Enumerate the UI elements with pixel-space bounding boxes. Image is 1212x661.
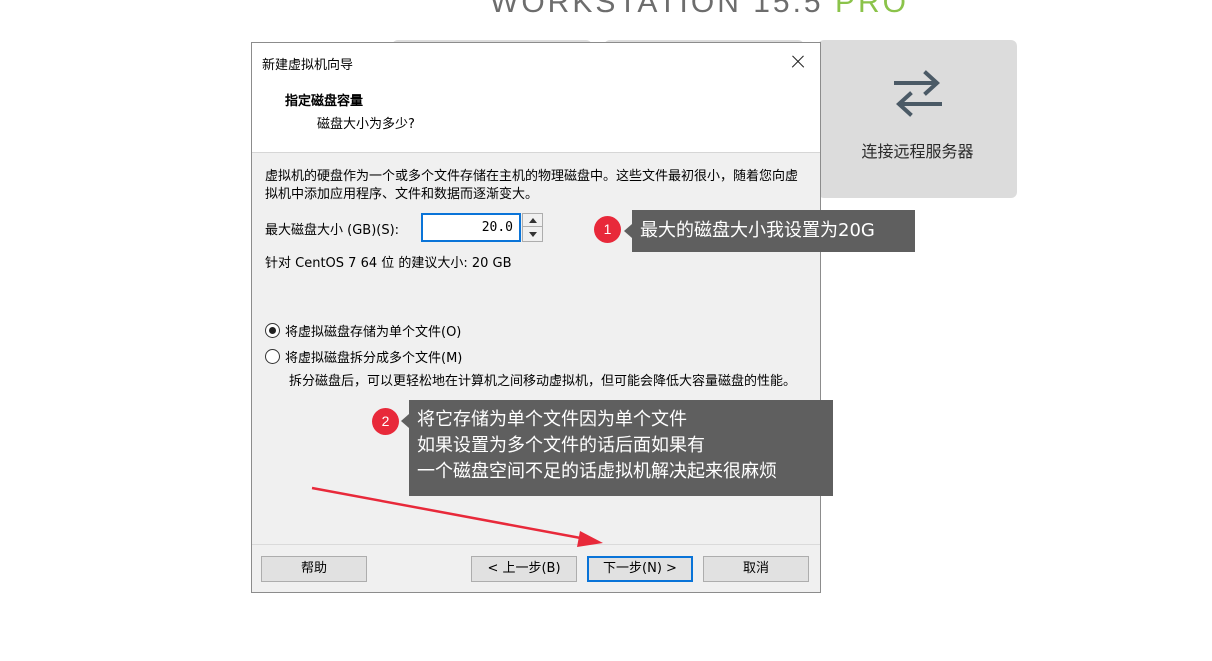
disk-description: 虚拟机的硬盘作为一个或多个文件存储在主机的物理磁盘中。这些文件最初很小，随着您向… — [265, 169, 799, 202]
annotation-callout-1: 最大的磁盘大小我设置为20G — [624, 210, 915, 252]
callout-2-line-3: 一个磁盘空间不足的话虚拟机解决起来很麻烦 — [417, 461, 777, 482]
radio-single-file[interactable] — [265, 323, 280, 338]
swap-arrows-icon — [894, 70, 942, 117]
step-heading: 指定磁盘容量 — [285, 94, 364, 109]
split-description: 拆分磁盘后，可以更轻松地在计算机之间移动虚拟机，但可能会降低大容量磁盘的性能。 — [289, 374, 797, 389]
annotation-badge-1: 1 — [594, 216, 621, 243]
home-card-connect-remote[interactable]: 连接远程服务器 — [818, 40, 1017, 198]
dialog-title: 新建虚拟机向导 — [262, 58, 354, 73]
dialog-header: 新建虚拟机向导 指定磁盘容量 磁盘大小为多少? — [252, 43, 820, 153]
option-split-files-label: 将虚拟磁盘拆分成多个文件(M) — [285, 351, 463, 366]
spinner-up-icon[interactable] — [523, 214, 542, 227]
max-disk-size-input[interactable]: 20.0 — [421, 213, 521, 242]
next-button[interactable]: 下一步(N) > — [587, 556, 693, 582]
disk-size-spinner[interactable] — [522, 213, 543, 242]
step-subheading: 磁盘大小为多少? — [317, 117, 415, 132]
back-button[interactable]: < 上一步(B) — [471, 556, 577, 582]
brand-title: WORKSTATION 15.5 PRO — [490, 0, 909, 16]
option-single-file[interactable]: 将虚拟磁盘存储为单个文件(O) — [265, 321, 461, 340]
radio-split-files[interactable] — [265, 349, 280, 364]
callout-2-line-1: 将它存储为单个文件因为单个文件 — [417, 409, 687, 430]
help-button[interactable]: 帮助 — [261, 556, 367, 582]
annotation-badge-2: 2 — [372, 408, 399, 435]
new-vm-wizard-dialog: 新建虚拟机向导 指定磁盘容量 磁盘大小为多少? 虚拟机的硬盘作为一个或多个文件存… — [251, 42, 821, 593]
callout-1-line-1: 最大的磁盘大小我设置为20G — [640, 220, 875, 241]
connect-remote-label: 连接远程服务器 — [861, 142, 974, 161]
option-single-file-label: 将虚拟磁盘存储为单个文件(O) — [285, 325, 462, 340]
callout-2-line-2: 如果设置为多个文件的话后面如果有 — [417, 435, 705, 456]
cancel-button[interactable]: 取消 — [703, 556, 809, 582]
spinner-down-icon[interactable] — [523, 228, 542, 241]
recommended-size-text: 针对 CentOS 7 64 位 的建议大小: 20 GB — [265, 256, 512, 271]
option-split-files[interactable]: 将虚拟磁盘拆分成多个文件(M) — [265, 347, 462, 366]
footer-divider — [252, 544, 820, 545]
brand-edition: PRO — [835, 0, 909, 16]
annotation-callout-2: 将它存储为单个文件因为单个文件 如果设置为多个文件的话后面如果有 一个磁盘空间不… — [401, 400, 833, 496]
max-disk-size-label: 最大磁盘大小 (GB)(S): — [265, 223, 400, 238]
close-icon[interactable] — [784, 49, 812, 75]
brand-title-text: WORKSTATION 15.5 — [490, 0, 824, 16]
